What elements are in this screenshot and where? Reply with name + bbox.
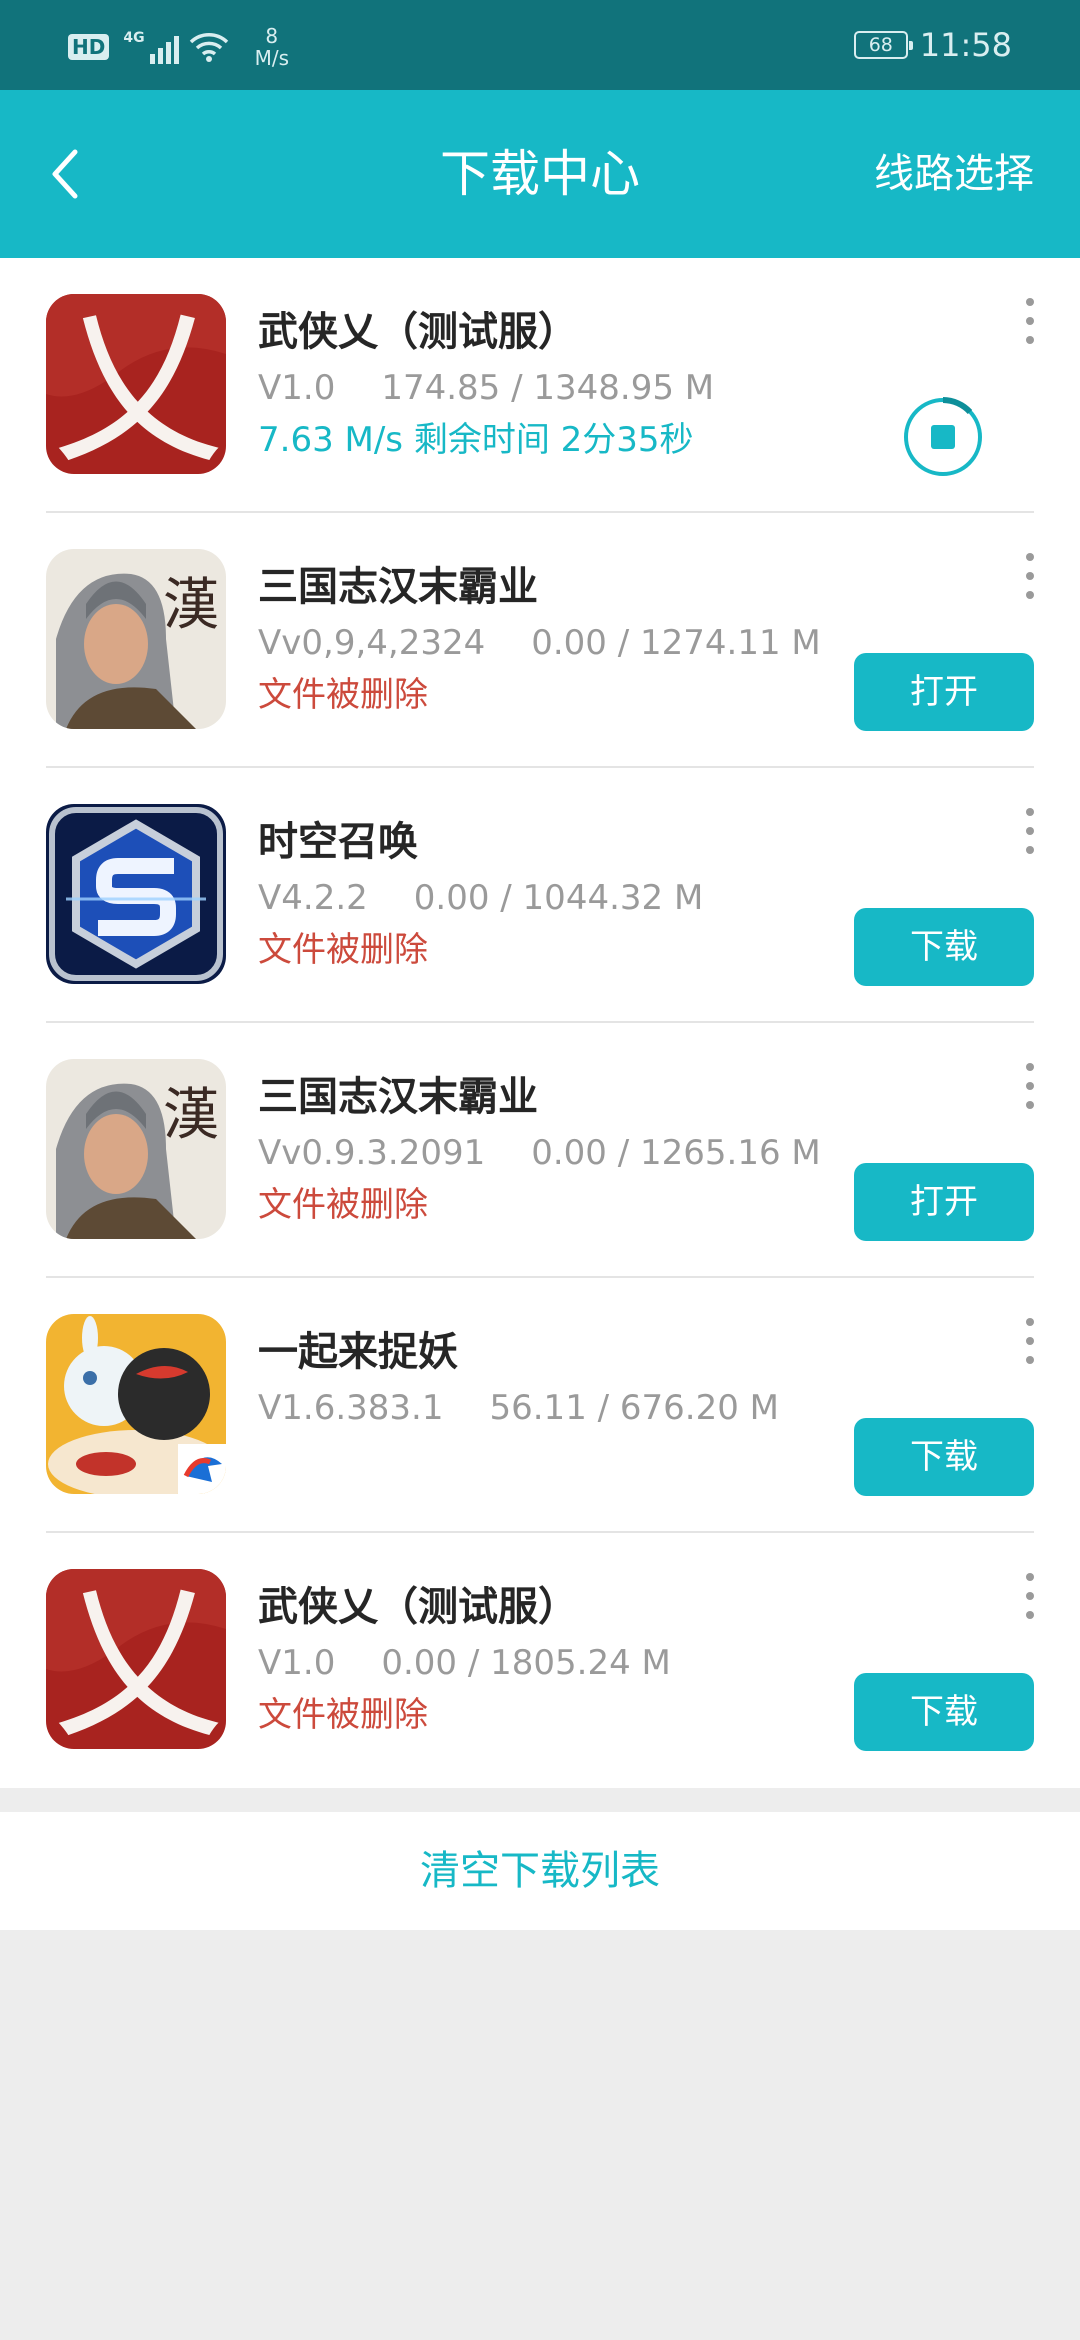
status-bar-right: 68 11:58 <box>853 24 1012 66</box>
battery-level: 68 <box>868 34 893 56</box>
download-list: 乂 武侠乂（测试服） V1.0 174.85 / 1348.95 M 7.63 M… <box>0 258 1080 1788</box>
more-options-icon[interactable] <box>1020 1318 1040 1364</box>
download-button[interactable]: 下载 <box>854 1673 1034 1751</box>
app-icon-sanguo: 漢 <box>46 1059 226 1239</box>
app-version: Vv0,9,4,2324 <box>258 623 486 663</box>
app-size: 174.85 / 1348.95 M <box>381 368 715 408</box>
app-meta: V1.6.383.1 56.11 / 676.20 M <box>258 1384 779 1432</box>
app-meta: Vv0,9,4,2324 0.00 / 1274.11 M <box>258 619 821 667</box>
list-item[interactable]: 乂 武侠乂（测试服） V1.0 174.85 / 1348.95 M 7.63 M… <box>0 258 1080 513</box>
download-status: 7.63 M/s 剩余时间 2分35秒 <box>258 420 694 460</box>
clear-download-list-button[interactable]: 清空下载列表 <box>0 1812 1080 1930</box>
app-version: V1.0 <box>258 1643 336 1683</box>
open-button[interactable]: 打开 <box>854 653 1034 731</box>
app-size: 0.00 / 1044.32 M <box>413 878 704 918</box>
more-options-icon[interactable] <box>1020 1573 1040 1619</box>
stop-icon <box>904 397 982 476</box>
app-header: 下载中心 线路选择 <box>0 90 1080 258</box>
app-version: Vv0.9.3.2091 <box>258 1133 486 1173</box>
app-icon-sanguo: 漢 <box>46 549 226 729</box>
app-version: V1.6.383.1 <box>258 1388 444 1428</box>
hd-indicator: HD <box>68 34 110 60</box>
list-item[interactable]: 漢 三国志汉末霸业 Vv0,9,4,2324 0.00 / 1274.11 M 文… <box>0 513 1080 768</box>
download-button[interactable]: 下载 <box>854 908 1034 986</box>
app-version: V1.0 <box>258 368 336 408</box>
app-version: V4.2.2 <box>258 878 368 918</box>
network-generation: 4G <box>123 30 145 46</box>
app-name: 时空召唤 <box>258 819 418 865</box>
app-name: 三国志汉末霸业 <box>258 564 538 610</box>
list-item[interactable]: 一起来捉妖 V1.6.383.1 56.11 / 676.20 M 下载 <box>0 1278 1080 1533</box>
app-name: 三国志汉末霸业 <box>258 1074 538 1120</box>
download-status: 文件被删除 <box>258 1695 428 1735</box>
svg-text:漢: 漢 <box>163 573 219 638</box>
more-options-icon[interactable] <box>1020 808 1040 854</box>
more-options-icon[interactable] <box>1020 553 1040 599</box>
more-options-icon[interactable] <box>1020 298 1040 344</box>
list-item[interactable]: 时空召唤 V4.2.2 0.00 / 1044.32 M 文件被删除 下载 <box>0 768 1080 1023</box>
app-meta: V1.0 0.00 / 1805.24 M <box>258 1639 671 1687</box>
status-bar: HD 4G 8 M/s 68 11:58 <box>0 0 1080 90</box>
open-button[interactable]: 打开 <box>854 1163 1034 1241</box>
app-meta: V1.0 174.85 / 1348.95 M <box>258 364 714 412</box>
stop-download-button[interactable] <box>902 396 984 478</box>
svg-text:乂: 乂 <box>53 1569 223 1749</box>
more-options-icon[interactable] <box>1020 1063 1040 1109</box>
route-select-button[interactable]: 线路选择 <box>874 146 1034 202</box>
app-meta: Vv0.9.3.2091 0.00 / 1265.16 M <box>258 1129 821 1177</box>
network-speed: 8 M/s <box>255 25 289 69</box>
svg-text:漢: 漢 <box>163 1083 219 1148</box>
battery-icon: 68 <box>853 31 913 59</box>
app-size: 0.00 / 1805.24 M <box>381 1643 671 1683</box>
download-status: 文件被删除 <box>258 1185 428 1225</box>
clock: 11:58 <box>919 26 1012 64</box>
cellular-signal-icon: 4G <box>123 30 179 64</box>
app-size: 0.00 / 1265.16 M <box>531 1133 821 1173</box>
app-icon-wuxia: 乂 <box>46 294 226 474</box>
network-speed-value: 8 <box>265 24 279 48</box>
app-size: 56.11 / 676.20 M <box>489 1388 779 1428</box>
wifi-icon <box>189 33 228 62</box>
download-status: 文件被删除 <box>258 930 428 970</box>
app-name: 武侠乂（测试服） <box>258 309 578 355</box>
app-size: 0.00 / 1274.11 M <box>531 623 821 663</box>
download-status: 文件被删除 <box>258 675 428 715</box>
list-item[interactable]: 漢 三国志汉末霸业 Vv0.9.3.2091 0.00 / 1265.16 M 文… <box>0 1023 1080 1278</box>
download-button[interactable]: 下载 <box>854 1418 1034 1496</box>
network-speed-unit: M/s <box>254 46 289 70</box>
app-name: 一起来捉妖 <box>258 1329 458 1375</box>
list-item[interactable]: 乂 武侠乂（测试服） V1.0 0.00 / 1805.24 M 文件被删除 下载 <box>0 1533 1080 1788</box>
svg-text:乂: 乂 <box>53 294 223 474</box>
status-bar-left: HD 4G 8 M/s <box>68 22 289 72</box>
app-name: 武侠乂（测试服） <box>258 1584 578 1630</box>
app-icon-zhuoyao <box>46 1314 226 1494</box>
app-meta: V4.2.2 0.00 / 1044.32 M <box>258 874 703 922</box>
app-icon-wuxia: 乂 <box>46 1569 226 1749</box>
app-icon-shikong <box>46 804 226 984</box>
